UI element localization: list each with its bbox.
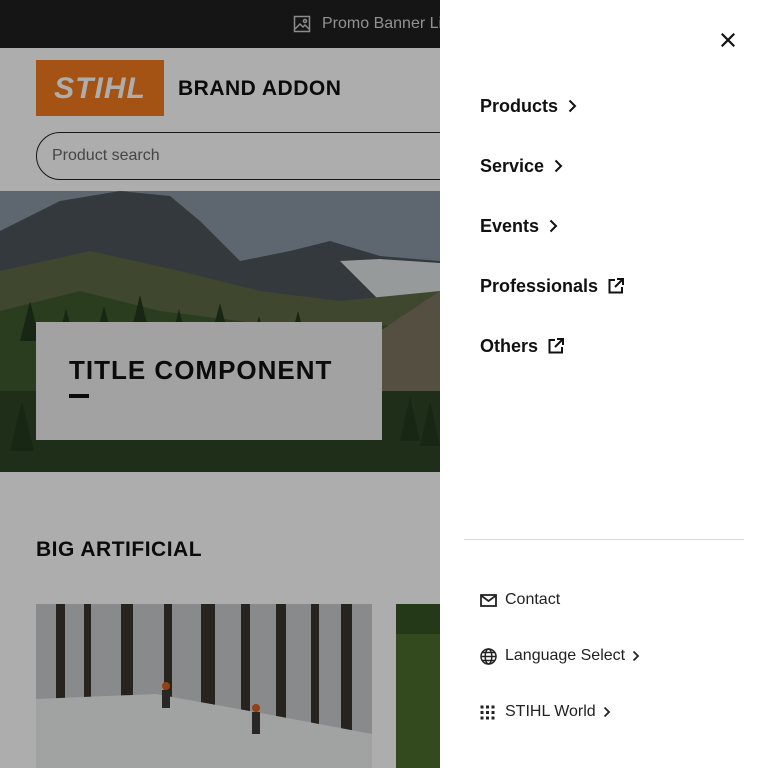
stihl-world-label: STIHL World [505,703,596,720]
menu-item-label: Professionals [480,275,599,296]
close-icon[interactable] [721,33,735,47]
chevron-right-icon [602,706,611,718]
mail-icon [480,593,497,607]
menu-item-professionals[interactable]: Professionals [480,271,625,301]
language-select[interactable]: Language Select [480,642,640,670]
close-button[interactable] [714,26,742,54]
menu-item-label: Others [480,335,539,356]
stihl-world-link[interactable]: STIHL World [480,698,611,726]
chevron-right-icon [548,219,558,233]
menu-item-label: Service [480,155,545,176]
menu-item-others[interactable]: Others [480,331,565,361]
menu-item-service[interactable]: Service [480,151,563,181]
menu-item-label: Products [480,95,559,116]
menu-item-events[interactable]: Events [480,211,558,241]
chevron-right-icon [631,650,640,662]
chevron-right-icon [567,99,577,113]
menu-divider [464,539,744,540]
external-link-icon [547,337,565,355]
external-link-icon [607,277,625,295]
language-select-label: Language Select [505,647,626,664]
globe-icon [480,647,497,665]
menu-item-label: Events [480,215,540,236]
grid-icon [480,705,497,720]
contact-label: Contact [505,591,561,608]
contact-link[interactable]: Contact [480,586,560,614]
chevron-right-icon [553,159,563,173]
menu-item-products[interactable]: Products [480,91,577,121]
